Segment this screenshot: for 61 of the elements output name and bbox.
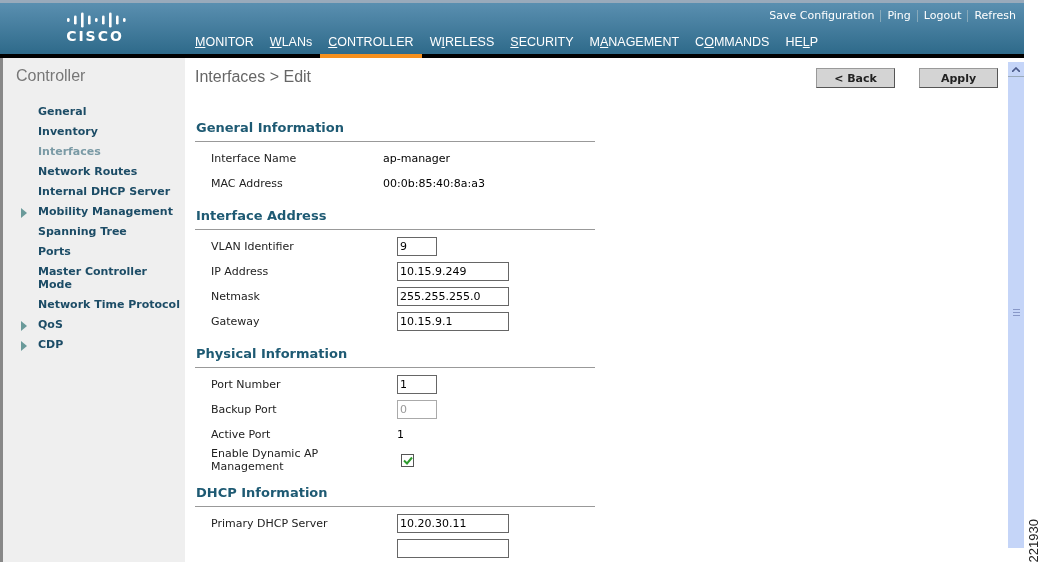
sidebar-item[interactable]: Spanning Tree (38, 225, 183, 238)
field-label: Interface Name (211, 152, 297, 165)
sidebar-item[interactable]: Master Controller Mode (38, 265, 183, 291)
field-label: Port Number (211, 378, 281, 391)
sidebar-item[interactable]: Network Time Protocol (38, 298, 183, 311)
input-field[interactable]: 9 (397, 237, 437, 256)
sidebar-item[interactable]: General (38, 105, 183, 118)
header-link[interactable]: Save Configuration (769, 9, 875, 22)
input-field[interactable]: 10.15.9.249 (397, 262, 509, 281)
field-label: MAC Address (211, 177, 283, 190)
checkbox[interactable] (401, 453, 414, 467)
section-heading: DHCP Information (195, 485, 595, 507)
sidebar-item[interactable]: CDP (38, 338, 183, 351)
action-button[interactable]: Apply (919, 68, 998, 88)
section-heading: Interface Address (195, 208, 595, 230)
nav-tab[interactable]: MANAGEMENT (581, 35, 688, 58)
logo-text: CISCO (66, 28, 124, 44)
field-value: ap-manager (383, 152, 451, 165)
input-field[interactable] (397, 539, 509, 558)
field-label: Primary DHCP Server (211, 517, 328, 530)
sidebar-item[interactable]: Inventory (38, 125, 183, 138)
input-field[interactable]: 255.255.255.0 (397, 287, 509, 306)
input-field[interactable]: 10.15.9.1 (397, 312, 509, 331)
scroll-up-icon[interactable] (1012, 66, 1020, 72)
field-value: 00:0b:85:40:8a:a3 (383, 177, 485, 190)
logo-bars-icon (64, 12, 126, 28)
input-field[interactable]: 1 (397, 375, 437, 394)
header-link[interactable]: Ping (887, 9, 911, 22)
expand-arrow-icon[interactable] (21, 341, 27, 351)
nav-tab[interactable]: COMMANDS (687, 35, 778, 58)
header-link[interactable]: Logout (923, 9, 962, 22)
nav-tab[interactable]: CONTROLLER (320, 35, 422, 58)
field-label: IP Address (211, 265, 269, 278)
expand-arrow-icon[interactable] (21, 321, 27, 331)
field-label: Enable Dynamic AP Management (211, 447, 319, 473)
field-label: Gateway (211, 315, 260, 328)
figure-number: 221930 (1026, 518, 1041, 562)
sidebar-item[interactable]: Ports (38, 245, 183, 258)
nav-tab[interactable]: MONITOR (187, 35, 262, 58)
input-field[interactable]: 10.20.30.11 (397, 514, 509, 533)
field-label: VLAN Identifier (211, 240, 294, 253)
nav-tab[interactable]: WIRELESS (421, 35, 503, 58)
nav-tab[interactable]: WLANs (261, 35, 321, 58)
sidebar-item[interactable]: QoS (38, 318, 183, 331)
sidebar-item[interactable]: Internal DHCP Server (38, 185, 183, 198)
scrollbar[interactable] (1008, 62, 1024, 548)
nav-tab[interactable]: HELP (777, 35, 827, 58)
field-label: Active Port (211, 428, 271, 441)
sidebar-item[interactable]: Network Routes (38, 165, 183, 178)
field-label: Backup Port (211, 403, 277, 416)
section-heading: General Information (195, 120, 595, 142)
page-title: Interfaces > Edit (195, 68, 312, 86)
nav-tab[interactable]: SECURITY (502, 35, 582, 58)
header-link[interactable]: Refresh (974, 9, 1016, 22)
expand-arrow-icon[interactable] (21, 208, 27, 218)
sidebar-item[interactable]: Mobility Management (38, 205, 183, 218)
section-heading: Physical Information (195, 346, 595, 368)
action-button[interactable]: < Back (816, 68, 895, 88)
sidebar-title: Controller (16, 67, 87, 85)
field-value: 1 (397, 428, 404, 441)
field-label: Netmask (211, 290, 260, 303)
